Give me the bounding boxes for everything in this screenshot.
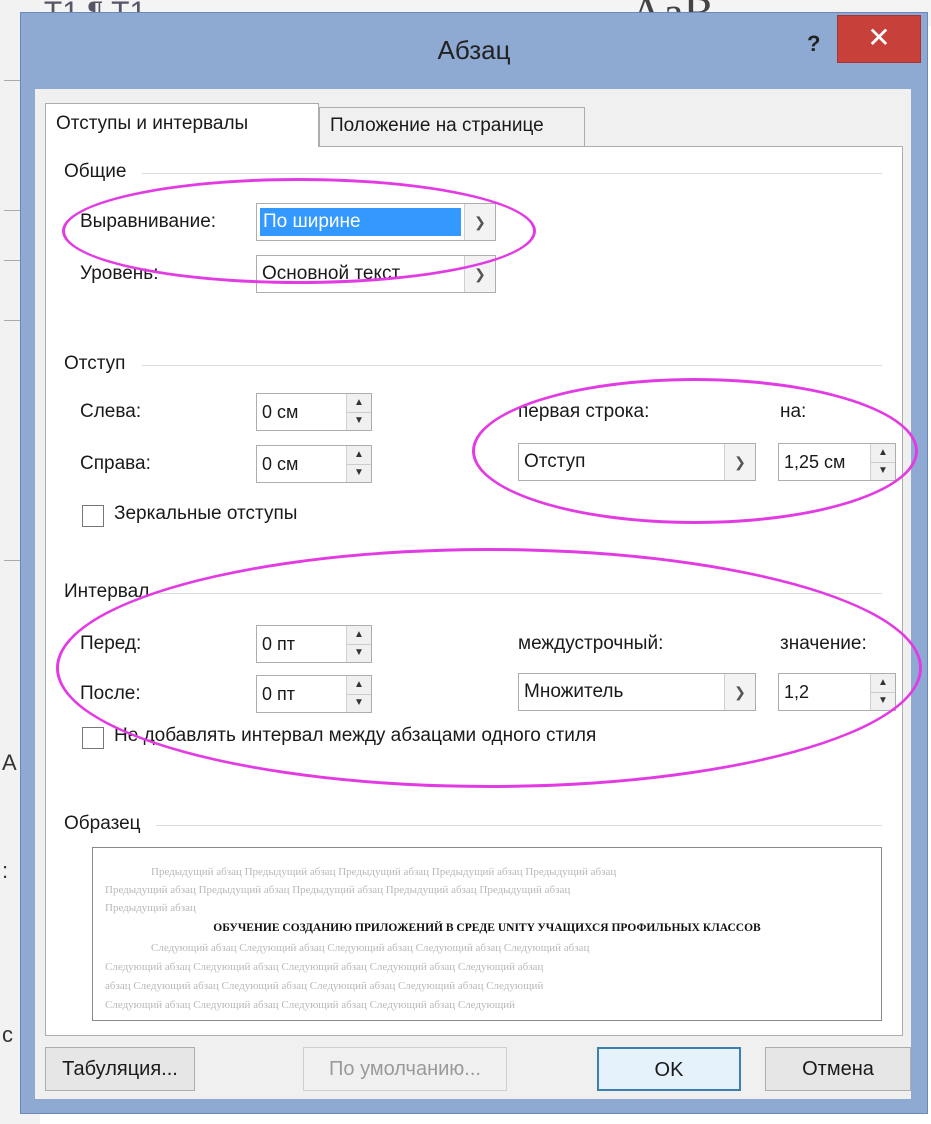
divider [142, 365, 882, 366]
spacing-after-value: 0 пт [262, 684, 296, 704]
tab-label: Отступы и интервалы [56, 113, 249, 134]
triangle-up-icon[interactable]: ▲ [871, 444, 895, 463]
line-spacing-value: Множитель [524, 681, 624, 702]
indent-by-spinner[interactable]: 1,25 см ▲ ▼ [778, 443, 896, 481]
divider [150, 593, 882, 594]
indent-left-spinner[interactable]: 0 см ▲ ▼ [256, 393, 372, 431]
alignment-value: По ширине [260, 208, 461, 236]
spacing-before-value: 0 пт [262, 634, 296, 654]
triangle-up-icon[interactable]: ▲ [347, 446, 371, 465]
triangle-down-icon[interactable]: ▼ [347, 464, 371, 482]
mirror-indents-label: Зеркальные отступы [114, 503, 298, 524]
background-letter: : [2, 858, 9, 883]
paragraph-dialog: Абзац ? ✕ Отступы и интервалы Положение … [20, 12, 928, 1114]
triangle-down-icon[interactable]: ▼ [871, 692, 895, 710]
preview-current-paragraph: ОБУЧЕНИЕ СОЗДАНИЮ ПРИЛОЖЕНИЙ В СРЕДЕ UNI… [213, 922, 761, 934]
alignment-label: Выравнивание: [80, 211, 217, 232]
first-line-label: первая строка: [518, 401, 650, 422]
triangle-down-icon[interactable]: ▼ [871, 462, 895, 480]
spinner-buttons[interactable]: ▲ ▼ [346, 394, 371, 430]
first-line-value: Отступ [524, 451, 586, 472]
triangle-up-icon[interactable]: ▲ [347, 676, 371, 695]
dialog-client-area: Отступы и интервалы Положение на страниц… [35, 89, 911, 1099]
group-heading-general: Общие [64, 161, 127, 182]
outline-level-select[interactable]: Основной текст ❯ [256, 255, 496, 293]
preview-previous-line: Предыдущий абзац Предыдущий абзац Предыд… [151, 866, 617, 878]
tab-panel: Общие Выравнивание: По ширине ❯ Уровень:… [45, 146, 903, 1036]
triangle-up-icon[interactable]: ▲ [347, 394, 371, 413]
preview-previous-line: Предыдущий абзац [105, 902, 196, 914]
divider [156, 825, 882, 826]
chevron-down-icon[interactable]: ❯ [464, 204, 495, 240]
spinner-buttons[interactable]: ▲ ▼ [870, 674, 895, 710]
indent-right-value: 0 см [262, 454, 299, 474]
group-heading-indentation: Отступ [64, 353, 126, 374]
set-as-default-button[interactable]: По умолчанию... [303, 1047, 507, 1091]
preview-following-line: Следующий абзац Следующий абзац Следующи… [105, 999, 515, 1011]
close-button[interactable]: ✕ [837, 15, 921, 63]
preview-box: Предыдущий абзац Предыдущий абзац Предыд… [92, 847, 882, 1021]
triangle-down-icon[interactable]: ▼ [347, 412, 371, 430]
line-spacing-at-spinner[interactable]: 1,2 ▲ ▼ [778, 673, 896, 711]
preview-following-line: абзац Следующий абзац Следующий абзац Сл… [105, 980, 544, 992]
triangle-up-icon[interactable]: ▲ [347, 626, 371, 645]
spinner-buttons[interactable]: ▲ ▼ [346, 626, 371, 662]
preview-following-line: Следующий абзац Следующий абзац Следующи… [105, 961, 544, 973]
line-spacing-at-label: значение: [780, 633, 867, 654]
group-heading-spacing: Интервал [64, 581, 150, 602]
close-icon: ✕ [867, 22, 891, 53]
outline-level-label: Уровень: [80, 263, 159, 284]
spacing-after-spinner[interactable]: 0 пт ▲ ▼ [256, 675, 372, 713]
line-spacing-select[interactable]: Множитель ❯ [518, 673, 756, 711]
preview-following-line: Следующий абзац Следующий абзац Следующи… [151, 942, 590, 954]
chevron-down-icon[interactable]: ❯ [464, 256, 495, 292]
triangle-down-icon[interactable]: ▼ [347, 694, 371, 712]
tabs-button[interactable]: Табуляция... [45, 1047, 195, 1091]
chevron-down-icon[interactable]: ❯ [724, 674, 755, 710]
tab-indents-and-spacing[interactable]: Отступы и интервалы [45, 103, 319, 147]
indent-right-label: Справа: [80, 453, 151, 474]
spacing-before-spinner[interactable]: 0 пт ▲ ▼ [256, 625, 372, 663]
spinner-buttons[interactable]: ▲ ▼ [870, 444, 895, 480]
cancel-button[interactable]: Отмена [765, 1047, 911, 1091]
line-spacing-at-value: 1,2 [784, 682, 810, 702]
triangle-up-icon[interactable]: ▲ [871, 674, 895, 693]
background-letter: А [2, 750, 17, 775]
spinner-buttons[interactable]: ▲ ▼ [346, 446, 371, 482]
chevron-down-icon[interactable]: ❯ [724, 444, 755, 480]
first-line-select[interactable]: Отступ ❯ [518, 443, 756, 481]
indent-by-label: на: [780, 401, 807, 422]
divider [142, 173, 882, 174]
ok-button[interactable]: OK [597, 1047, 741, 1091]
background-letter: c [2, 1022, 13, 1047]
alignment-select[interactable]: По ширине ❯ [256, 203, 496, 241]
dont-add-space-label: Не добавлять интервал между абзацами одн… [114, 725, 597, 746]
spinner-buttons[interactable]: ▲ ▼ [346, 676, 371, 712]
outline-level-value: Основной текст [262, 263, 401, 284]
indent-right-spinner[interactable]: 0 см ▲ ▼ [256, 445, 372, 483]
spacing-after-label: После: [80, 683, 141, 704]
mirror-indents-checkbox[interactable] [82, 505, 104, 527]
tab-label: Положение на странице [330, 115, 544, 136]
help-button[interactable]: ? [807, 31, 820, 57]
indent-left-label: Слева: [80, 401, 142, 422]
preview-previous-line: Предыдущий абзац Предыдущий абзац Предыд… [105, 884, 571, 896]
triangle-down-icon[interactable]: ▼ [347, 644, 371, 662]
title-bar[interactable]: Абзац ? ✕ [21, 13, 927, 83]
spacing-before-label: Перед: [80, 633, 142, 654]
group-heading-preview: Образец [64, 813, 141, 834]
dont-add-space-checkbox[interactable] [82, 727, 104, 749]
indent-left-value: 0 см [262, 402, 299, 422]
tab-line-and-page-breaks[interactable]: Положение на странице [319, 107, 585, 147]
dialog-title: Абзац [437, 35, 511, 65]
line-spacing-label: междустрочный: [518, 633, 664, 654]
indent-by-value: 1,25 см [784, 452, 846, 472]
